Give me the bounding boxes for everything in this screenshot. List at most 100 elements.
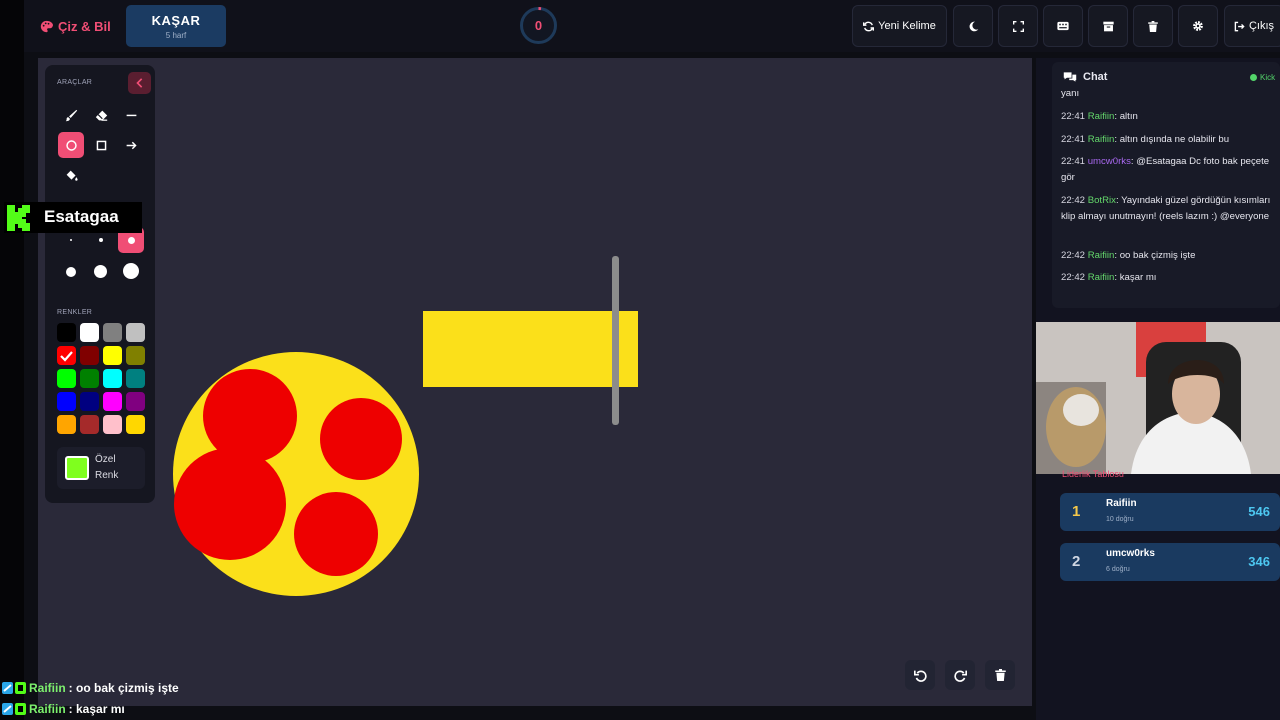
palette-icon xyxy=(40,20,53,32)
color-swatch[interactable] xyxy=(126,323,145,342)
settings-button[interactable] xyxy=(1178,5,1218,47)
new-word-button[interactable]: Yeni Kelime xyxy=(852,5,947,47)
app-logo[interactable]: Çiz & Bil xyxy=(40,16,111,36)
eraser-tool-button[interactable] xyxy=(88,102,114,128)
theme-toggle-button[interactable] xyxy=(953,5,993,47)
leaderboard-entry: 1 Raifiin 10 doğru 546 xyxy=(1060,493,1280,531)
chevron-left-icon xyxy=(135,78,142,88)
chat-time: 22:42 xyxy=(1061,272,1088,283)
arrow-tool-button[interactable] xyxy=(118,132,144,158)
chat-text: : altın xyxy=(1114,111,1138,122)
leaderboard-correct: 6 doğru xyxy=(1106,566,1130,573)
brush-tool-button[interactable] xyxy=(58,102,84,128)
color-swatch[interactable] xyxy=(103,415,122,434)
chat-username[interactable]: Raifiin xyxy=(1088,111,1115,122)
custom-color-label: Özel Renk xyxy=(95,454,119,481)
color-swatch[interactable] xyxy=(57,392,76,411)
chat-username[interactable]: umcw0rks xyxy=(1088,156,1131,167)
logout-button[interactable]: Çıkış xyxy=(1224,5,1280,47)
current-word-card: KAŞAR 5 harf xyxy=(126,5,226,47)
color-swatch[interactable] xyxy=(80,392,99,411)
chat-text: : oo bak çizmiş işte xyxy=(1114,250,1196,261)
custom-color-swatch xyxy=(65,456,89,480)
color-swatch[interactable] xyxy=(80,415,99,434)
color-swatch[interactable] xyxy=(126,392,145,411)
chat-text: : kaşar mı xyxy=(1114,272,1157,283)
current-word: KAŞAR xyxy=(151,13,201,28)
gear-icon xyxy=(1193,21,1203,31)
color-swatch[interactable] xyxy=(57,415,76,434)
color-swatch[interactable] xyxy=(80,369,99,388)
brush-size-4[interactable] xyxy=(66,267,76,277)
color-swatch[interactable] xyxy=(80,346,99,365)
logout-icon xyxy=(1234,21,1245,31)
line-icon xyxy=(126,114,136,116)
archive-icon xyxy=(1102,21,1114,31)
stream-chat-line: Raifiin : oo bak çizmiş işte xyxy=(2,680,179,696)
leaderboard-correct: 10 doğru xyxy=(1106,516,1134,523)
color-swatch[interactable] xyxy=(103,323,122,342)
chat-username[interactable]: Raifiin xyxy=(1088,250,1115,261)
drawing-strokes xyxy=(173,256,638,596)
square-icon xyxy=(96,140,106,150)
line-tool-button[interactable] xyxy=(118,102,144,128)
online-dot-icon xyxy=(1250,74,1257,81)
color-swatch[interactable] xyxy=(57,323,76,342)
keyboard-button[interactable] xyxy=(1043,5,1083,47)
chat-time: 22:41 xyxy=(1061,111,1088,122)
chat-time: 22:41 xyxy=(1061,134,1088,145)
rectangle-tool-button[interactable] xyxy=(88,132,114,158)
color-swatch[interactable] xyxy=(103,369,122,388)
fullscreen-button[interactable] xyxy=(998,5,1038,47)
clear-canvas-button[interactable] xyxy=(985,660,1015,690)
undo-button[interactable] xyxy=(905,660,935,690)
color-swatch[interactable] xyxy=(103,346,122,365)
trash-icon xyxy=(994,669,1006,681)
webcam-overlay xyxy=(1036,322,1280,474)
arrow-right-icon xyxy=(126,141,137,149)
chat-message-truncated: yanı xyxy=(1061,88,1080,99)
chat-text: : altın dışında ne olabilir bu xyxy=(1114,134,1230,145)
streamer-name: Esatagaa xyxy=(44,207,119,226)
refresh-icon xyxy=(863,21,875,31)
leaderboard-score: 346 xyxy=(1248,554,1270,569)
color-swatch[interactable] xyxy=(126,369,145,388)
circle-icon xyxy=(65,139,77,151)
stream-chat-text: : kaşar mı xyxy=(68,702,125,716)
drawn-rectangle-shape xyxy=(423,256,638,425)
clear-button[interactable] xyxy=(1133,5,1173,47)
brush-size-5[interactable] xyxy=(94,265,107,278)
fullscreen-icon xyxy=(1012,20,1024,32)
chat-badges-icon xyxy=(2,703,26,715)
color-swatch[interactable] xyxy=(126,415,145,434)
undo-icon xyxy=(913,670,927,682)
app-title: Çiz & Bil xyxy=(58,18,111,34)
chat-username[interactable]: Raifiin xyxy=(1088,134,1115,145)
brush-size-1[interactable] xyxy=(70,239,72,241)
brush-size-dot xyxy=(127,236,135,244)
color-swatch[interactable] xyxy=(126,346,145,365)
stream-chat-text: : oo bak çizmiş işte xyxy=(68,681,179,695)
brush-icon xyxy=(65,109,77,121)
archive-button[interactable] xyxy=(1088,5,1128,47)
chat-username[interactable]: BotRix xyxy=(1088,195,1116,206)
chat-username[interactable]: Raifiin xyxy=(1088,272,1115,283)
color-swatch[interactable] xyxy=(57,369,76,388)
custom-color-picker[interactable]: Özel Renk xyxy=(57,447,145,489)
leaderboard-name: umcw0rks xyxy=(1106,548,1155,559)
redo-button[interactable] xyxy=(945,660,975,690)
color-swatch[interactable] xyxy=(57,346,76,365)
chat-message: 22:42 Raifiin: kaşar mı xyxy=(1061,270,1275,286)
drawing-canvas[interactable] xyxy=(38,58,1032,706)
color-swatch[interactable] xyxy=(80,323,99,342)
stream-chat-user: Raifiin xyxy=(29,702,66,716)
chat-message: 22:41 Raifiin: altın xyxy=(1061,109,1275,125)
fill-tool-button[interactable] xyxy=(58,162,84,188)
collapse-panel-button[interactable] xyxy=(128,72,151,94)
circle-tool-button[interactable] xyxy=(58,132,84,158)
brush-size-2[interactable] xyxy=(99,238,103,242)
brush-size-6[interactable] xyxy=(123,263,139,279)
logout-label: Çıkış xyxy=(1248,20,1275,32)
color-swatch[interactable] xyxy=(103,392,122,411)
chat-message: 22:42 Raifiin: oo bak çizmiş işte xyxy=(1061,248,1275,264)
